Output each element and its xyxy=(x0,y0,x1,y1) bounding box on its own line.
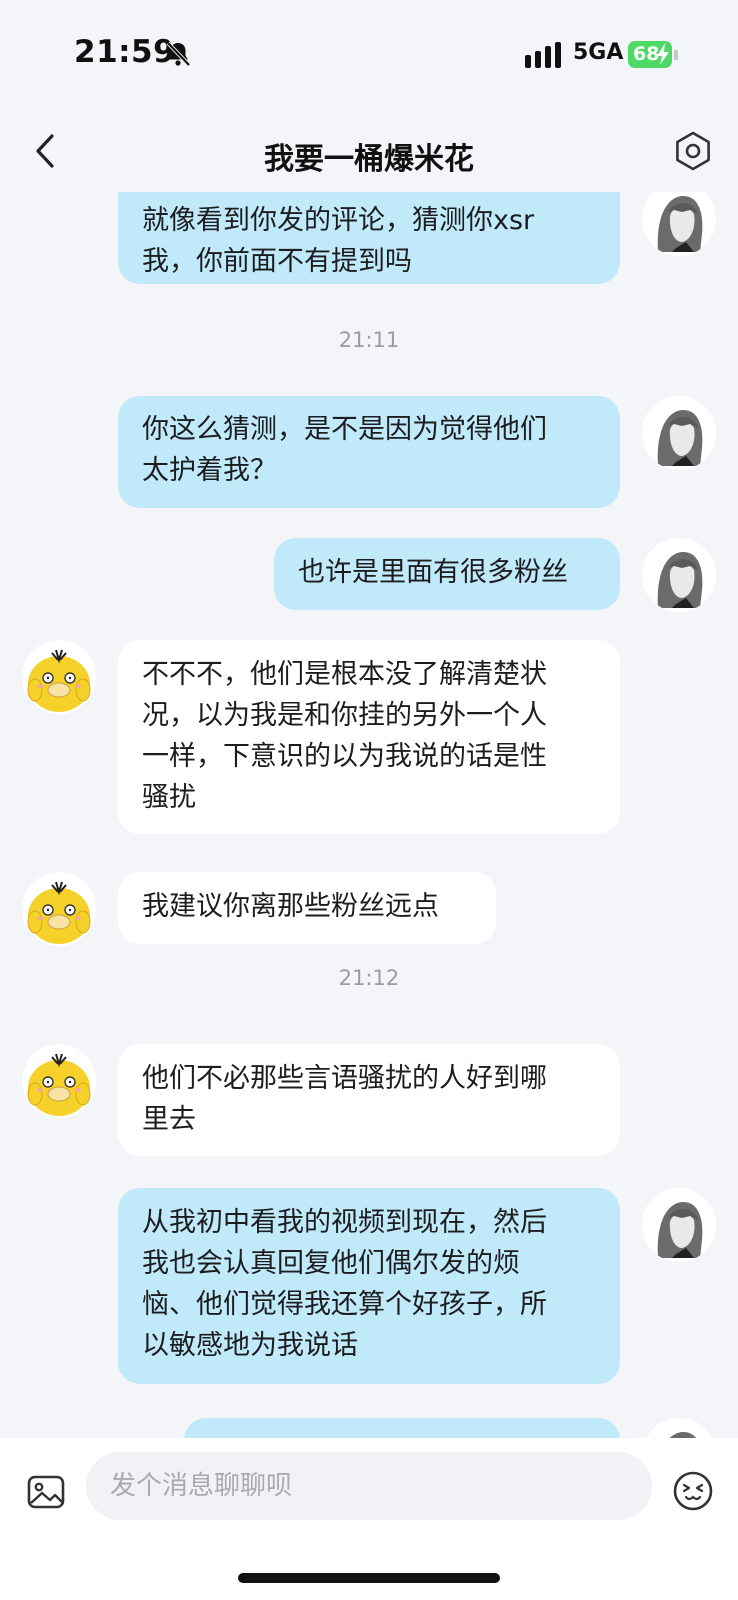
message-text-line: 一样，下意识的以为我说的话是性 xyxy=(142,741,547,772)
psyduck-avatar-image xyxy=(22,1044,96,1118)
emoji-icon[interactable] xyxy=(672,1470,714,1512)
avatar-image xyxy=(642,1188,716,1262)
message-text-line: 不不不，他们是根本没了解清楚状 xyxy=(142,659,547,690)
message-bubble[interactable]: 你这么猜测，是不是因为觉得他们 太护着我？ xyxy=(118,396,620,508)
signal-icon xyxy=(525,42,561,68)
message-text-line: 我，你前面不有提到吗 xyxy=(142,246,412,277)
message-text-line: 里去 xyxy=(142,1104,196,1135)
page-title: 我要一桶爆米花 xyxy=(264,142,474,177)
input-bar xyxy=(0,1438,738,1600)
nav-bar: 我要一桶爆米花 xyxy=(0,110,738,192)
chat-area[interactable]: 就像看到你发的评论，猜测你xsr 我，你前面不有提到吗 21:11 你这么猜测，… xyxy=(0,192,738,1438)
avatar[interactable] xyxy=(642,1188,716,1262)
message-text-line: 我也会认真回复他们偶尔发的烦 xyxy=(142,1248,520,1279)
message-text-line: 就像看到你发的评论，猜测你xsr xyxy=(142,205,535,236)
network-label: 5GA xyxy=(573,40,624,65)
timestamp: 21:12 xyxy=(338,966,400,990)
avatar[interactable] xyxy=(22,640,96,714)
message-text-line: 骚扰 xyxy=(142,782,196,813)
avatar[interactable] xyxy=(22,1044,96,1118)
status-bar: 21:59 5GA 68 xyxy=(0,0,738,110)
settings-icon[interactable] xyxy=(672,130,714,172)
message-bubble[interactable]: 我建议你离那些粉丝远点 xyxy=(118,872,496,944)
message-bubble[interactable]: 从我初中看我的视频到现在，然后 我也会认真回复他们偶尔发的烦 恼、他们觉得我还算… xyxy=(118,1188,620,1384)
avatar[interactable] xyxy=(642,1418,716,1438)
message-text-line: 你这么猜测，是不是因为觉得他们 xyxy=(142,414,547,445)
psyduck-avatar-image xyxy=(22,872,96,946)
message-text-line: 我建议你离那些粉丝远点 xyxy=(142,891,439,922)
status-time: 21:59 xyxy=(74,34,176,70)
battery-cap xyxy=(674,50,678,60)
message-text-line: 恼、他们觉得我还算个好孩子，所 xyxy=(142,1289,547,1320)
battery-indicator: 68 xyxy=(628,41,672,68)
avatar-image xyxy=(642,538,716,612)
avatar[interactable] xyxy=(22,872,96,946)
avatar[interactable] xyxy=(642,396,716,470)
message-text-line: 从我初中看我的视频到现在，然后 xyxy=(142,1207,547,1238)
psyduck-avatar-image xyxy=(22,640,96,714)
message-text-line: 太护着我？ xyxy=(142,455,277,486)
avatar-image xyxy=(642,1418,716,1438)
message-bubble[interactable]: 也许是里面有很多粉丝 xyxy=(274,538,620,610)
timestamp: 21:11 xyxy=(338,328,400,352)
message-text-line: 况，以为我是和你挂的另外一个人 xyxy=(142,700,547,731)
avatar-image xyxy=(642,192,716,256)
image-icon[interactable] xyxy=(26,1472,66,1512)
message-text-line: 他们不必那些言语骚扰的人好到哪 xyxy=(142,1063,547,1094)
avatar[interactable] xyxy=(642,192,716,256)
message-bubble[interactable] xyxy=(184,1418,620,1438)
message-text-line: 以敏感地为我说话 xyxy=(142,1330,358,1361)
avatar[interactable] xyxy=(642,538,716,612)
charging-icon xyxy=(657,43,669,65)
message-bubble[interactable]: 就像看到你发的评论，猜测你xsr 我，你前面不有提到吗 xyxy=(118,192,620,284)
avatar-image xyxy=(642,396,716,470)
home-indicator[interactable] xyxy=(238,1573,500,1583)
message-bubble[interactable]: 他们不必那些言语骚扰的人好到哪 里去 xyxy=(118,1044,620,1156)
message-text-line: 也许是里面有很多粉丝 xyxy=(298,557,568,588)
message-bubble[interactable]: 不不不，他们是根本没了解清楚状 况，以为我是和你挂的另外一个人 一样，下意识的以… xyxy=(118,640,620,834)
bell-muted-icon xyxy=(166,41,191,67)
message-input[interactable] xyxy=(86,1452,652,1520)
